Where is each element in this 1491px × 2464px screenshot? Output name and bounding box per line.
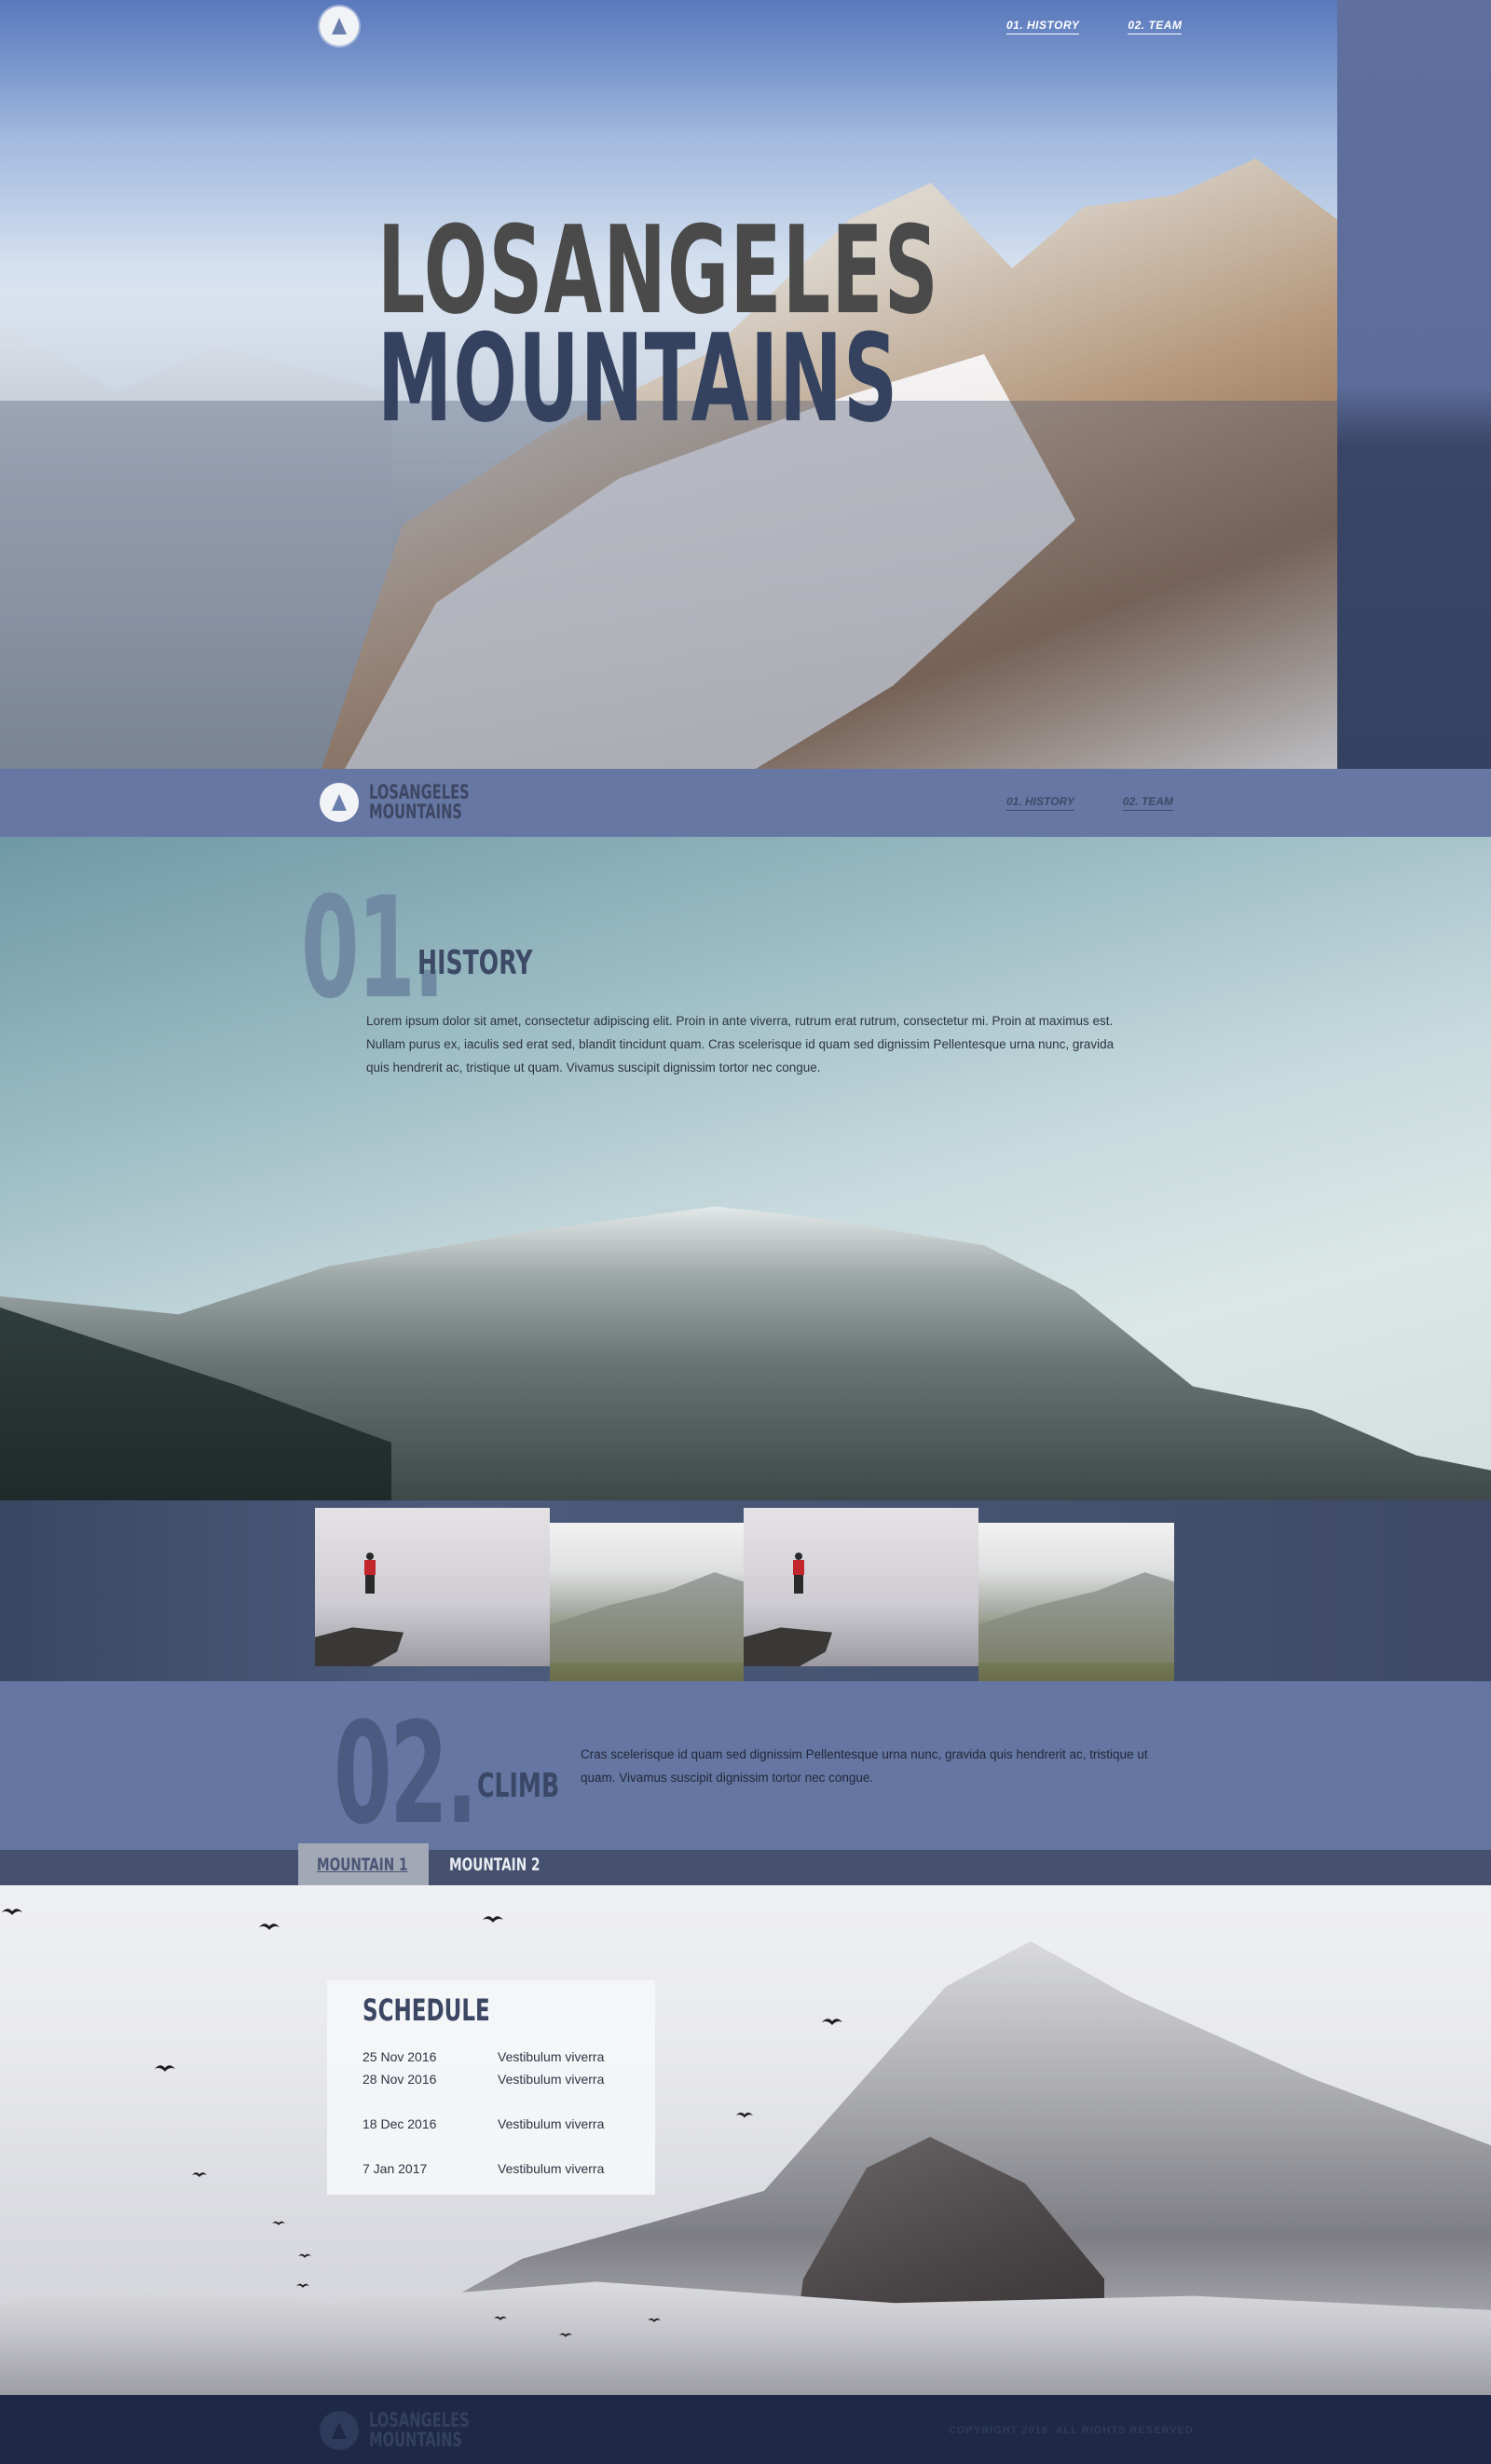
ridge-shape bbox=[978, 1572, 1174, 1663]
bird-icon bbox=[298, 2252, 319, 2261]
navbar-brand[interactable]: LOSANGELES MOUNTAINS bbox=[369, 783, 470, 822]
schedule-date: 18 Dec 2016 bbox=[362, 2116, 437, 2131]
gallery-photo-climber-1[interactable] bbox=[315, 1508, 550, 1666]
bird-icon bbox=[559, 2331, 580, 2340]
footer-logo-icon[interactable] bbox=[320, 2411, 359, 2450]
schedule-event: Vestibulum viverra bbox=[498, 2116, 605, 2131]
bird-icon bbox=[2, 1906, 22, 1915]
bird-icon bbox=[296, 2281, 317, 2291]
hero-nav: 01. HISTORY 02. TEAM bbox=[1006, 19, 1183, 34]
sticky-navbar: LOSANGELES MOUNTAINS 01. HISTORY 02. TEA… bbox=[0, 769, 1491, 837]
schedule-title: SCHEDULE bbox=[362, 1992, 490, 2028]
schedule-date: 28 Nov 2016 bbox=[362, 2072, 437, 2087]
bird-icon bbox=[481, 1913, 503, 1923]
gallery-photo-valley-1[interactable] bbox=[550, 1523, 744, 1681]
bird-icon bbox=[820, 2016, 842, 2025]
climb-section: 02. CLIMB Cras scelerisque id quam sed d… bbox=[0, 1681, 1491, 1850]
schedule-section: SCHEDULE 25 Nov 2016 Vestibulum viverra … bbox=[0, 1885, 1491, 2395]
gallery-strip bbox=[0, 1500, 1491, 1681]
ridge-shape bbox=[550, 1572, 744, 1663]
climber-figure bbox=[363, 1553, 376, 1595]
history-section: 01. HISTORY Lorem ipsum dolor sit amet, … bbox=[0, 837, 1491, 1500]
brand-line1: LOSANGELES bbox=[369, 781, 470, 803]
brand-line1: LOSANGELES bbox=[369, 2409, 470, 2431]
tab-mountain-1[interactable]: MOUNTAIN 1 bbox=[298, 1843, 429, 1885]
climber-figure bbox=[792, 1553, 805, 1595]
tab-label: MOUNTAIN 1 bbox=[317, 1854, 408, 1875]
bird-icon bbox=[736, 2109, 757, 2118]
navbar-link-history[interactable]: 01. HISTORY bbox=[1006, 795, 1074, 811]
schedule-row: 7 Jan 2017 Vestibulum viverra bbox=[362, 2157, 655, 2180]
hero-side-panel bbox=[1337, 0, 1491, 769]
hero-title: LOSANGELES MOUNTAINS bbox=[377, 210, 938, 449]
tab-mountain-2[interactable]: MOUNTAIN 2 bbox=[431, 1843, 561, 1885]
schedule-row: 25 Nov 2016 Vestibulum viverra bbox=[362, 2046, 655, 2068]
bird-icon bbox=[494, 2314, 514, 2323]
bird-icon bbox=[272, 2219, 293, 2228]
rock-shape bbox=[315, 1627, 404, 1666]
mountain-tabs: MOUNTAIN 1 MOUNTAIN 2 bbox=[0, 1843, 1491, 1885]
navbar-logo-icon[interactable] bbox=[320, 783, 359, 822]
bird-icon bbox=[192, 2170, 212, 2179]
nav-link-team[interactable]: 02. TEAM bbox=[1128, 19, 1183, 34]
gallery-photo-valley-2[interactable] bbox=[978, 1523, 1174, 1681]
navbar-link-team[interactable]: 02. TEAM bbox=[1122, 795, 1173, 811]
history-text: Lorem ipsum dolor sit amet, consectetur … bbox=[366, 1014, 1115, 1075]
tab-label: MOUNTAIN 2 bbox=[449, 1854, 540, 1875]
schedule-card: SCHEDULE 25 Nov 2016 Vestibulum viverra … bbox=[327, 1980, 655, 2195]
logo-icon[interactable] bbox=[320, 7, 359, 46]
navbar-nav: 01. HISTORY 02. TEAM bbox=[1006, 795, 1173, 811]
schedule-row: 28 Nov 2016 Vestibulum viverra bbox=[362, 2068, 655, 2090]
rock-shape bbox=[744, 1627, 832, 1666]
schedule-event: Vestibulum viverra bbox=[498, 2161, 605, 2176]
climb-heading: CLIMB bbox=[477, 1767, 560, 1805]
footer: LOSANGELES MOUNTAINS COPYRIGHT 2016. ALL… bbox=[0, 2395, 1491, 2464]
schedule-row: 18 Dec 2016 Vestibulum viverra bbox=[362, 2113, 655, 2135]
brand-line2: MOUNTAINS bbox=[369, 801, 462, 823]
schedule-list: 25 Nov 2016 Vestibulum viverra 28 Nov 20… bbox=[362, 2046, 655, 2180]
bird-icon bbox=[648, 2316, 668, 2325]
climb-text: Cras scelerisque id quam sed dignissim P… bbox=[581, 1747, 1148, 1785]
schedule-event: Vestibulum viverra bbox=[498, 2072, 605, 2087]
schedule-date: 25 Nov 2016 bbox=[362, 2049, 437, 2064]
section-number: 02. bbox=[334, 1693, 478, 1855]
footer-brand[interactable]: LOSANGELES MOUNTAINS bbox=[369, 2411, 470, 2450]
schedule-event: Vestibulum viverra bbox=[498, 2049, 605, 2064]
gallery-photo-climber-2[interactable] bbox=[744, 1508, 978, 1666]
hero-section: 01. HISTORY 02. TEAM LOSANGELES MOUNTAIN… bbox=[0, 0, 1491, 769]
footer-copyright: COPYRIGHT 2016. ALL RIGHTS RESERVED. bbox=[949, 2425, 1197, 2436]
brand-line2: MOUNTAINS bbox=[369, 2429, 462, 2451]
hero-overlay bbox=[0, 401, 1337, 769]
bird-icon bbox=[153, 2062, 175, 2072]
history-heading: HISTORY bbox=[417, 944, 533, 982]
schedule-date: 7 Jan 2017 bbox=[362, 2161, 428, 2176]
hero-title-line2: MOUNTAINS bbox=[377, 308, 899, 449]
nav-link-history[interactable]: 01. HISTORY bbox=[1006, 19, 1080, 34]
bird-icon bbox=[253, 1921, 280, 1930]
